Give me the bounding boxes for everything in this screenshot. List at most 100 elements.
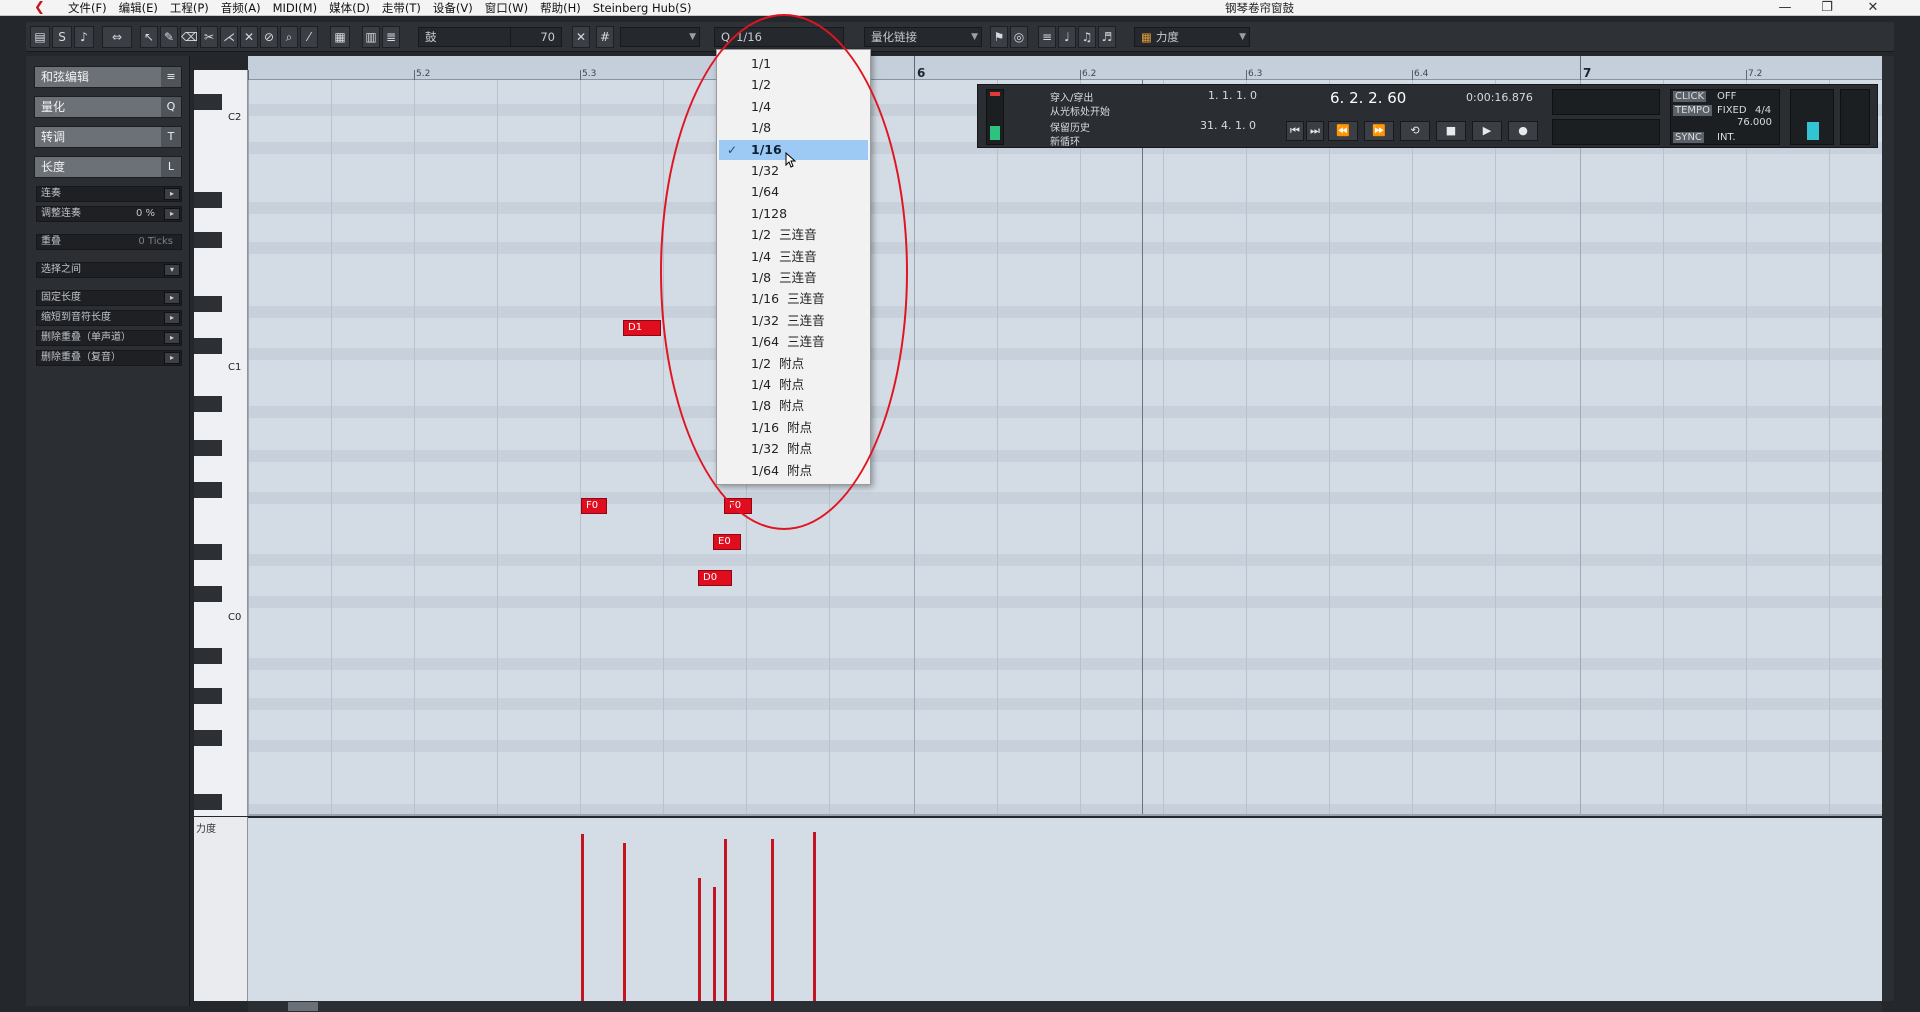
menu-steinberg-hub[interactable]: Steinberg Hub(S) (587, 0, 698, 16)
note-off-icon[interactable]: ♬ (1098, 26, 1116, 48)
midi-note-e0[interactable]: E0 (713, 534, 741, 550)
quantize-option[interactable]: 1/4 三连音 (719, 247, 868, 267)
quantize-option[interactable]: 1/1 (719, 54, 868, 74)
quantize-option[interactable]: 1/64 (719, 182, 868, 202)
midi-input-icon[interactable]: ◎ (1010, 26, 1028, 48)
show-info-icon[interactable]: ▥ (362, 26, 380, 48)
inspector-transpose[interactable]: 转调 T (34, 126, 182, 148)
inspector-toggle-icon[interactable]: ▤ (30, 26, 50, 48)
inspector-chord-editing[interactable]: 和弦编辑 ≡ (34, 66, 182, 88)
quantize-option[interactable]: 1/32 附点 (719, 439, 868, 459)
black-key[interactable] (194, 94, 222, 110)
black-key[interactable] (194, 544, 222, 560)
quantize-option[interactable]: 1/32 三连音 (719, 311, 868, 331)
quantize-option[interactable]: 1/16 三连音 (719, 289, 868, 309)
black-key[interactable] (194, 296, 222, 312)
position-display[interactable]: 6. 2. 2. 60 (1330, 89, 1406, 107)
piano-keyboard[interactable]: C2 C1 C0 (194, 70, 248, 816)
apply-icon[interactable]: ▸ (164, 208, 180, 220)
shorten-to-note-row[interactable]: 缩短到音符长度 ▸ (36, 310, 182, 326)
keep-history-label[interactable]: 保留历史 (1050, 119, 1090, 134)
midi-note-f0[interactable]: F0 (724, 498, 752, 514)
black-key[interactable] (194, 338, 222, 354)
black-key[interactable] (194, 440, 222, 456)
menu-edit[interactable]: 编辑(E) (113, 0, 164, 16)
minimize-button[interactable]: — (1765, 0, 1805, 16)
black-key[interactable] (194, 482, 222, 498)
midi-note-d0[interactable]: D0 (698, 570, 732, 586)
chevron-down-icon[interactable]: ▾ (164, 264, 180, 276)
time-signature[interactable]: 4/4 (1755, 105, 1771, 116)
click-label[interactable]: CLICK (1673, 91, 1707, 102)
black-key[interactable] (194, 192, 222, 208)
menu-audio[interactable]: 音频(A) (215, 0, 267, 16)
cubase-logo-icon[interactable]: ❮ (34, 1, 48, 15)
menu-help[interactable]: 帮助(H) (534, 0, 587, 16)
object-select-tool-icon[interactable]: ↖ (140, 26, 158, 48)
delete-overlap-mono-row[interactable]: 删除重叠（单声道） ▸ (36, 330, 182, 346)
solo-editor-icon[interactable]: S (52, 26, 72, 48)
zoom-tool-icon[interactable]: ⌕ (280, 26, 298, 48)
horizontal-scrollbar[interactable] (248, 1001, 1882, 1012)
start-from-cursor-label[interactable]: 从光标处开始 (1050, 103, 1110, 118)
velocity-bar[interactable] (581, 834, 584, 1001)
velocity-lane-select[interactable]: ▦ 力度 ▼ (1134, 27, 1250, 47)
velocity-bar[interactable] (771, 839, 774, 1001)
snap-off-icon[interactable]: ✕ (572, 26, 590, 48)
record-button[interactable]: ● (1508, 121, 1538, 141)
quantize-option[interactable]: 1/4 (719, 97, 868, 117)
move-insert-icon[interactable]: ≡ (1038, 26, 1056, 48)
rewind-button[interactable]: ⏪ (1328, 121, 1358, 141)
quantize-preset-field[interactable]: Q 1/16 (714, 27, 844, 47)
mute-tool-icon[interactable]: ⊘ (260, 26, 278, 48)
midi-note-d1[interactable]: D1 (623, 320, 661, 336)
marker-field[interactable] (1552, 89, 1660, 115)
quantize-option[interactable]: 1/128 (719, 204, 868, 224)
inspector-quantize[interactable]: 量化 Q (34, 96, 182, 118)
pitch-icon[interactable]: ♩ (1058, 26, 1076, 48)
quantize-option[interactable]: 1/2 (719, 75, 868, 95)
insert-velocity-field[interactable]: 70 (510, 27, 562, 47)
new-cycle-label[interactable]: 新循环 (1050, 133, 1080, 148)
apply-icon[interactable]: ▸ (164, 292, 180, 304)
black-key[interactable] (194, 730, 222, 746)
click-state[interactable]: OFF (1717, 91, 1736, 102)
velocity-bar[interactable] (724, 839, 727, 1001)
left-locator[interactable]: 1. 1. 1. 0 (1208, 89, 1257, 102)
cycle-button[interactable]: ⟲ (1400, 121, 1430, 141)
erase-tool-icon[interactable]: ⌫ (180, 26, 198, 48)
tempo-label[interactable]: TEMPO (1673, 105, 1712, 116)
quantize-option[interactable]: 1/64 附点 (719, 461, 868, 481)
menu-window[interactable]: 窗口(W) (479, 0, 534, 16)
split-tool-icon[interactable]: ⋌ (220, 26, 238, 48)
piano-icon[interactable]: ▦ (330, 26, 350, 48)
tempo-value[interactable]: 76.000 (1737, 117, 1772, 128)
quantize-option[interactable]: 1/8 (719, 118, 868, 138)
auto-scroll-icon[interactable]: ⇔ (102, 26, 132, 48)
menu-transport[interactable]: 走带(T) (376, 0, 427, 16)
menu-devices[interactable]: 设备(V) (427, 0, 479, 16)
line-tool-icon[interactable]: ⁄ (300, 26, 318, 48)
menu-file[interactable]: 文件(F) (62, 0, 113, 16)
velocity-bar[interactable] (623, 843, 626, 1001)
overlap-row[interactable]: 重叠 0 Ticks (36, 234, 182, 250)
apply-icon[interactable]: ▸ (164, 188, 180, 200)
quantize-option[interactable]: 1/8 附点 (719, 396, 868, 416)
black-key[interactable] (194, 232, 222, 248)
fast-forward-button[interactable]: ⏩ (1364, 121, 1394, 141)
draw-tool-icon[interactable]: ✎ (160, 26, 178, 48)
inspector-length[interactable]: 长度 L (34, 156, 182, 178)
between-selected-row[interactable]: 选择之间 ▾ (36, 262, 182, 278)
velocity-bar[interactable] (713, 887, 716, 1001)
menu-project[interactable]: 工程(P) (164, 0, 215, 16)
punch-in-out-label[interactable]: 穿入/穿出 (1050, 89, 1093, 104)
grid-type-select[interactable]: ▼ (620, 27, 700, 47)
right-locator[interactable]: 31. 4. 1. 0 (1200, 119, 1256, 132)
glue-tool-icon[interactable]: ✕ (240, 26, 258, 48)
apply-icon[interactable]: ▸ (164, 312, 180, 324)
go-to-end-button[interactable]: ⏭ (1306, 121, 1324, 141)
apply-icon[interactable]: ▸ (164, 332, 180, 344)
black-key[interactable] (194, 794, 222, 810)
quantize-option[interactable]: 1/8 三连音 (719, 268, 868, 288)
time-display[interactable]: 0:00:16.876 (1466, 91, 1533, 104)
